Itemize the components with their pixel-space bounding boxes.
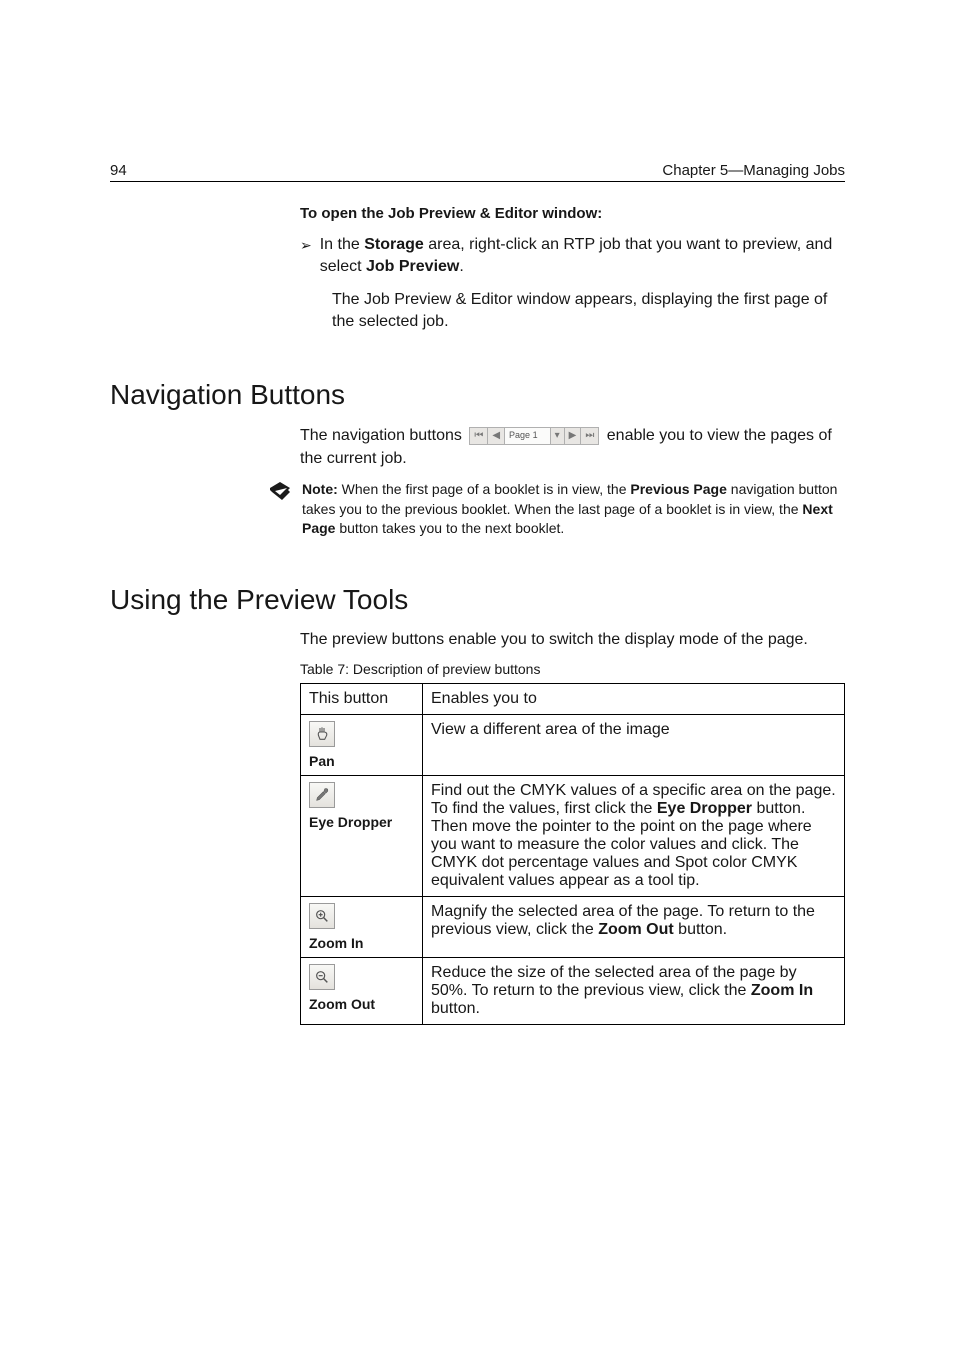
- intro-block: To open the Job Preview & Editor window:…: [300, 205, 845, 334]
- nav-buttons-heading: Navigation Buttons: [110, 379, 345, 411]
- tool-desc: Reduce the size of the selected area of …: [423, 958, 845, 1025]
- tool-label: Zoom Out: [309, 996, 414, 1012]
- nav-paragraph: The navigation buttons ⏮ ◀ Page 1 ▾ ▶ ⏭ …: [300, 424, 845, 470]
- note-label: Note:: [302, 481, 338, 497]
- tool-cell-eyedropper: Eye Dropper: [301, 776, 423, 897]
- table-row: Pan View a different area of the image: [301, 715, 845, 776]
- bullet-marker-icon: ➢: [300, 236, 312, 279]
- eyedropper-icon: [309, 782, 335, 808]
- dropdown-icon: ▾: [551, 428, 565, 444]
- page-number-field: Page 1: [505, 428, 551, 444]
- prev-page-icon: ◀: [488, 428, 505, 444]
- pan-icon: [309, 721, 335, 747]
- table-row: Zoom Out Reduce the size of the selected…: [301, 958, 845, 1025]
- bullet-text: In the Storage area, right-click an RTP …: [320, 234, 845, 279]
- col-header-button: This button: [301, 684, 423, 715]
- text-fragment: When the first page of a booklet is in v…: [338, 481, 631, 497]
- bold-fragment: Eye Dropper: [657, 800, 752, 817]
- bold-fragment: Zoom Out: [598, 921, 674, 938]
- text-fragment: Reduce the size of the selected area of …: [431, 964, 797, 999]
- note-icon: [268, 480, 292, 509]
- bold-fragment: Job Preview: [366, 258, 459, 275]
- tool-desc: View a different area of the image: [423, 715, 845, 776]
- intro-sub-paragraph: The Job Preview & Editor window appears,…: [332, 289, 845, 334]
- page-number: 94: [110, 162, 127, 179]
- nav-content: The navigation buttons ⏮ ◀ Page 1 ▾ ▶ ⏭ …: [300, 424, 845, 470]
- tool-cell-pan: Pan: [301, 715, 423, 776]
- tool-label: Eye Dropper: [309, 814, 414, 830]
- bold-fragment: Previous Page: [630, 481, 727, 497]
- bold-fragment: Storage: [364, 236, 424, 253]
- note-block: Note: When the first page of a booklet i…: [268, 480, 845, 539]
- tools-intro: The preview buttons enable you to switch…: [300, 629, 845, 651]
- tool-cell-zoom-out: Zoom Out: [301, 958, 423, 1025]
- tool-label: Pan: [309, 753, 414, 769]
- tool-desc: Magnify the selected area of the page. T…: [423, 897, 845, 958]
- next-page-icon: ▶: [565, 428, 582, 444]
- text-fragment: .: [459, 258, 463, 275]
- nav-pager-widget: ⏮ ◀ Page 1 ▾ ▶ ⏭: [469, 427, 599, 445]
- text-fragment: In the: [320, 236, 364, 253]
- last-page-icon: ⏭: [581, 428, 598, 444]
- zoom-out-icon: [309, 964, 335, 990]
- first-page-icon: ⏮: [470, 428, 488, 444]
- zoom-in-icon: [309, 903, 335, 929]
- using-tools-heading: Using the Preview Tools: [110, 584, 408, 616]
- tool-cell-zoom-in: Zoom In: [301, 897, 423, 958]
- preview-table: This button Enables you to Pan View a di…: [300, 683, 845, 1025]
- text-fragment: button takes you to the next booklet.: [335, 520, 564, 536]
- intro-heading: To open the Job Preview & Editor window:: [300, 205, 845, 222]
- text-fragment: button.: [674, 921, 727, 938]
- chapter-label: Chapter 5—Managing Jobs: [662, 162, 845, 179]
- table-row: Eye Dropper Find out the CMYK values of …: [301, 776, 845, 897]
- tool-desc: Find out the CMYK values of a specific a…: [423, 776, 845, 897]
- table-caption: Table 7: Description of preview buttons: [300, 661, 845, 677]
- table-header-row: This button Enables you to: [301, 684, 845, 715]
- text-fragment: The navigation buttons: [300, 427, 466, 444]
- tools-content: The preview buttons enable you to switch…: [300, 629, 845, 1025]
- tool-label: Zoom In: [309, 935, 414, 951]
- col-header-desc: Enables you to: [423, 684, 845, 715]
- table-row: Zoom In Magnify the selected area of the…: [301, 897, 845, 958]
- text-fragment: button.: [431, 1000, 480, 1017]
- page-header: 94 Chapter 5—Managing Jobs: [110, 162, 845, 182]
- bold-fragment: Zoom In: [751, 982, 813, 999]
- bullet-item: ➢ In the Storage area, right-click an RT…: [300, 234, 845, 279]
- note-text: Note: When the first page of a booklet i…: [302, 480, 845, 539]
